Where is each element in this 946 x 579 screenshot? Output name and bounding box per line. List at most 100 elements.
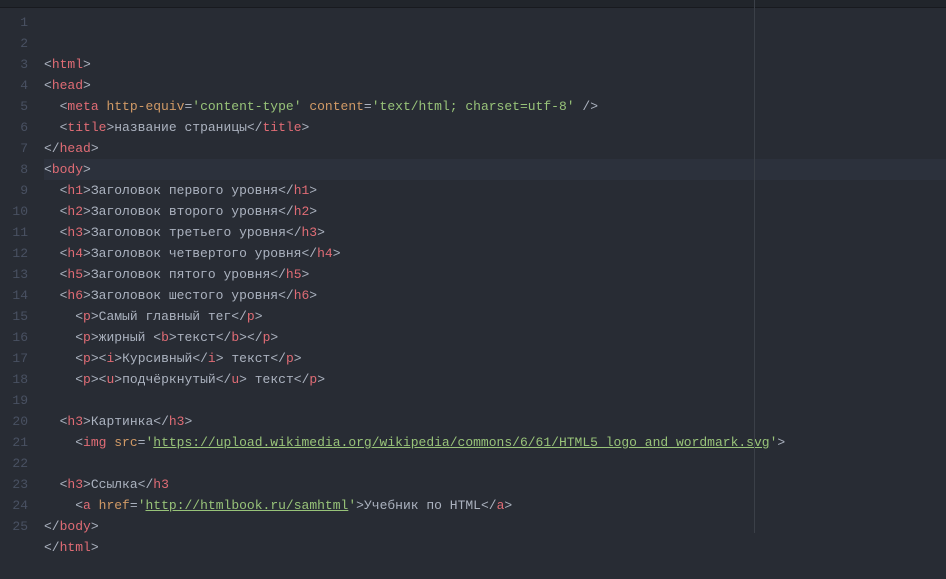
token-br: </ bbox=[44, 540, 60, 555]
code-line[interactable]: <h6>Заголовок шестого уровня</h6> bbox=[44, 285, 946, 306]
token-br: > bbox=[91, 540, 99, 555]
line-number: 23 bbox=[0, 474, 28, 495]
code-line[interactable] bbox=[44, 390, 946, 411]
token-url: http://htmlbook.ru/samhtml bbox=[146, 498, 349, 513]
token-tag: head bbox=[60, 141, 91, 156]
token-br: > bbox=[91, 519, 99, 534]
token-tag: b bbox=[161, 330, 169, 345]
token-str: ' bbox=[348, 498, 356, 513]
token-tag: head bbox=[52, 78, 83, 93]
token-txt: Заголовок шестого уровня bbox=[91, 288, 278, 303]
token-br: </ bbox=[153, 414, 169, 429]
token-br: > bbox=[83, 183, 91, 198]
token-br: </ bbox=[44, 519, 60, 534]
code-line[interactable]: <h3>Картинка</h3> bbox=[44, 411, 946, 432]
code-line[interactable]: <p><i>Курсивный</i> текст</p> bbox=[44, 348, 946, 369]
token-tag: p bbox=[83, 309, 91, 324]
token-br: </ bbox=[138, 477, 154, 492]
token-tag: h1 bbox=[67, 183, 83, 198]
token-str: ' bbox=[138, 498, 146, 513]
token-br: > bbox=[83, 225, 91, 240]
token-br: </ bbox=[192, 351, 208, 366]
token-tag: u bbox=[231, 372, 239, 387]
token-txt: Самый главный тег bbox=[99, 309, 232, 324]
code-editor[interactable]: <html><head> <meta http-equiv='content-t… bbox=[38, 0, 946, 533]
token-tag: h6 bbox=[294, 288, 310, 303]
token-br: < bbox=[75, 351, 83, 366]
token-br: > bbox=[83, 267, 91, 282]
token-br: > bbox=[114, 351, 122, 366]
token-tag: title bbox=[67, 120, 106, 135]
token-tag: h4 bbox=[67, 246, 83, 261]
line-number-gutter: 1234567891011121314151617181920212223242… bbox=[0, 0, 38, 533]
token-br: > bbox=[317, 372, 325, 387]
token-txt bbox=[91, 498, 99, 513]
token-tag: html bbox=[52, 57, 83, 72]
token-br: </ bbox=[278, 204, 294, 219]
code-line[interactable]: <h4>Заголовок четвертого уровня</h4> bbox=[44, 243, 946, 264]
token-tag: h4 bbox=[317, 246, 333, 261]
code-line[interactable]: <h2>Заголовок второго уровня</h2> bbox=[44, 201, 946, 222]
token-tag: p bbox=[83, 330, 91, 345]
token-br: < bbox=[75, 498, 83, 513]
token-br: /> bbox=[582, 99, 598, 114]
code-line[interactable]: </body> bbox=[44, 516, 946, 537]
token-br: < bbox=[44, 57, 52, 72]
token-tag: body bbox=[60, 519, 91, 534]
token-br: </ bbox=[231, 309, 247, 324]
line-number: 13 bbox=[0, 264, 28, 285]
token-tag: p bbox=[247, 309, 255, 324]
token-br: > bbox=[91, 330, 99, 345]
code-line[interactable]: <h5>Заголовок пятого уровня</h5> bbox=[44, 264, 946, 285]
token-br: < bbox=[153, 330, 161, 345]
token-br: > bbox=[302, 267, 310, 282]
code-line[interactable]: <body> bbox=[44, 159, 946, 180]
line-number: 19 bbox=[0, 390, 28, 411]
code-line[interactable]: </head> bbox=[44, 138, 946, 159]
token-tag: title bbox=[262, 120, 301, 135]
token-br: > bbox=[91, 141, 99, 156]
code-line[interactable]: <a href='http://htmlbook.ru/samhtml'>Уче… bbox=[44, 495, 946, 516]
code-line[interactable]: <h3>Ссылка</h3 bbox=[44, 474, 946, 495]
line-number: 2 bbox=[0, 33, 28, 54]
token-attr: href bbox=[99, 498, 130, 513]
token-tag: h3 bbox=[153, 477, 169, 492]
code-line[interactable]: <meta http-equiv='content-type' content=… bbox=[44, 96, 946, 117]
token-txt: Заголовок пятого уровня bbox=[91, 267, 270, 282]
token-br: > bbox=[216, 351, 224, 366]
token-br: </ bbox=[216, 372, 232, 387]
token-tag: h3 bbox=[67, 225, 83, 240]
token-txt: подчёркнутый bbox=[122, 372, 216, 387]
token-tag: body bbox=[52, 162, 83, 177]
token-br: > bbox=[504, 498, 512, 513]
code-line[interactable]: <p><u>подчёркнутый</u> текст</p> bbox=[44, 369, 946, 390]
token-tag: h6 bbox=[67, 288, 83, 303]
token-tag: a bbox=[83, 498, 91, 513]
token-br: </ bbox=[278, 183, 294, 198]
code-line[interactable] bbox=[44, 558, 946, 579]
code-line[interactable]: <p>Самый главный тег</p> bbox=[44, 306, 946, 327]
token-br: > bbox=[83, 78, 91, 93]
token-attr: src bbox=[114, 435, 137, 450]
line-number: 6 bbox=[0, 117, 28, 138]
code-line[interactable]: <h1>Заголовок первого уровня</h1> bbox=[44, 180, 946, 201]
line-number: 18 bbox=[0, 369, 28, 390]
token-txt: текст bbox=[224, 351, 271, 366]
code-line[interactable] bbox=[44, 453, 946, 474]
token-br: </ bbox=[294, 372, 310, 387]
token-br: </ bbox=[247, 330, 263, 345]
code-line[interactable]: </html> bbox=[44, 537, 946, 558]
token-br: > bbox=[91, 309, 99, 324]
code-line[interactable]: <img src='https://upload.wikimedia.org/w… bbox=[44, 432, 946, 453]
line-number: 20 bbox=[0, 411, 28, 432]
token-tag: i bbox=[208, 351, 216, 366]
code-line[interactable]: <p>жирный <b>текст</b></p> bbox=[44, 327, 946, 348]
code-line[interactable]: <html> bbox=[44, 54, 946, 75]
code-line[interactable]: <title>название страницы</title> bbox=[44, 117, 946, 138]
token-txt: текст bbox=[247, 372, 294, 387]
token-txt: Заголовок второго уровня bbox=[91, 204, 278, 219]
code-line[interactable]: <h3>Заголовок третьего уровня</h3> bbox=[44, 222, 946, 243]
token-br: < bbox=[75, 330, 83, 345]
line-number: 11 bbox=[0, 222, 28, 243]
code-line[interactable]: <head> bbox=[44, 75, 946, 96]
